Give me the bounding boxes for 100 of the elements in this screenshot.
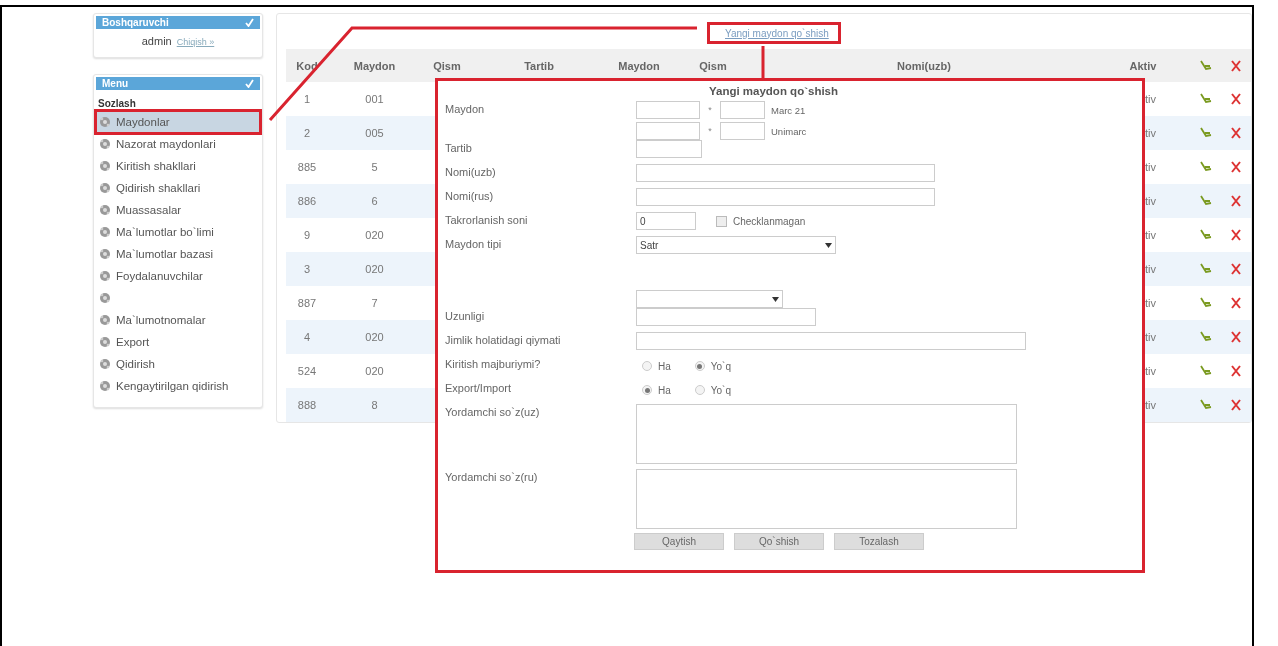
table-cell-text: 888 — [296, 398, 318, 413]
sidebar-item[interactable]: Export — [96, 331, 260, 353]
sidebar-item[interactable]: Maydonlar — [96, 111, 260, 133]
input-field[interactable] — [720, 122, 765, 140]
radio-label: Ha — [658, 360, 671, 372]
text-area[interactable] — [636, 469, 1017, 529]
table-cell-text: 887 — [296, 296, 318, 311]
input-field[interactable] — [636, 164, 935, 182]
check-icon — [245, 79, 254, 88]
delete-icon[interactable] — [1230, 59, 1242, 72]
pencil-icon[interactable] — [1200, 399, 1212, 411]
pencil-icon[interactable] — [1200, 161, 1212, 173]
table-cell-text: tiv — [1144, 228, 1157, 243]
gear-icon — [99, 248, 111, 260]
pencil-icon[interactable] — [1200, 229, 1212, 241]
sidebar-item[interactable]: Ma`lumotlar bo`limi — [96, 221, 260, 243]
pencil-icon[interactable] — [1200, 331, 1212, 343]
table-cell-text: 885 — [296, 160, 318, 175]
required-mark: * — [707, 105, 713, 115]
input-field[interactable] — [636, 188, 935, 206]
panel-title: Menu — [102, 78, 129, 89]
field-label: Yordamchi so`z(uz) — [445, 405, 541, 418]
table-cell-text: tiv — [1144, 330, 1157, 345]
table-cell-text: 5 — [370, 160, 379, 175]
radio-button[interactable] — [694, 361, 705, 371]
input-field[interactable] — [720, 101, 765, 119]
table-cell-text: tiv — [1144, 364, 1157, 379]
delete-icon[interactable] — [1230, 365, 1242, 377]
sidebar-item[interactable]: Ma`lumotlar bazasi — [96, 243, 260, 265]
field-label: Nomi(rus) — [445, 189, 495, 202]
sidebar-item[interactable]: Qidirish — [96, 353, 260, 375]
delete-icon[interactable] — [1230, 297, 1242, 309]
field-label: Nomi(uzb) — [445, 165, 497, 178]
table-cell-text: 020 — [364, 262, 385, 277]
table-cell-text: 4 — [302, 330, 312, 345]
format-label: Unimarc — [771, 125, 807, 137]
sidebar-item[interactable]: Kengaytirilgan qidirish — [96, 375, 260, 397]
table-cell-text: 005 — [364, 126, 385, 141]
delete-icon[interactable] — [1230, 263, 1242, 275]
gear-icon — [99, 314, 111, 326]
field-label: Export/Import — [445, 381, 513, 394]
radio-button[interactable] — [642, 385, 652, 395]
dropdown-arrow-icon — [772, 296, 779, 302]
dialog-title: Yangi maydon qo`shish — [707, 84, 840, 99]
form-button[interactable]: Qaytish — [634, 533, 724, 550]
format-label: Marc 21 — [771, 104, 806, 116]
gear-icon — [99, 226, 111, 238]
gear-icon — [99, 160, 111, 172]
pencil-icon[interactable] — [1200, 93, 1212, 105]
field-label: Maydon — [445, 102, 486, 115]
delete-icon[interactable] — [1230, 399, 1242, 411]
pencil-icon[interactable] — [1200, 127, 1212, 139]
table-cell-text: tiv — [1144, 92, 1157, 107]
pencil-icon[interactable] — [1200, 365, 1212, 377]
dropdown[interactable]: Satr — [636, 236, 836, 254]
radio-button[interactable] — [642, 361, 652, 371]
column-header: Tartib — [523, 58, 555, 74]
gear-icon — [99, 292, 111, 304]
input-field[interactable] — [636, 308, 816, 326]
gear-icon — [99, 380, 111, 392]
sidebar-item[interactable]: Ma`lumotnomalar — [96, 309, 260, 331]
delete-icon[interactable] — [1230, 93, 1242, 105]
table-cell-text: tiv — [1144, 398, 1157, 413]
delete-icon[interactable] — [1230, 127, 1242, 139]
delete-icon[interactable] — [1230, 195, 1242, 207]
form-button[interactable]: Qo`shish — [734, 533, 824, 550]
field-label: Takrorlanish soni — [445, 213, 529, 226]
table-cell-text: 8 — [370, 398, 379, 413]
sidebar-item[interactable]: Qidirish shakllari — [96, 177, 260, 199]
checkbox[interactable] — [716, 215, 727, 227]
table-cell-text: tiv — [1144, 296, 1157, 311]
required-mark: * — [707, 126, 713, 136]
radio-button[interactable] — [694, 385, 705, 395]
table-cell-text: 020 — [364, 364, 385, 379]
input-field[interactable] — [636, 101, 700, 119]
input-field[interactable] — [636, 332, 1026, 350]
pencil-icon[interactable] — [1200, 195, 1212, 207]
radio-label: Yo`q — [710, 360, 731, 372]
input-field[interactable] — [636, 122, 700, 140]
sidebar-item[interactable]: Nazorat maydonlari — [96, 133, 260, 155]
text-area[interactable] — [636, 404, 1017, 464]
delete-icon[interactable] — [1230, 331, 1242, 343]
pencil-icon[interactable] — [1200, 263, 1212, 275]
table-cell-text: tiv — [1144, 262, 1157, 277]
sidebar-item[interactable]: Kiritish shakllari — [96, 155, 260, 177]
dropdown-arrow-icon — [825, 242, 832, 248]
delete-icon[interactable] — [1230, 229, 1242, 241]
gear-icon — [99, 182, 111, 194]
pencil-icon[interactable] — [1200, 59, 1212, 72]
sidebar-item[interactable]: Foydalanuvchilar — [96, 265, 260, 287]
delete-icon[interactable] — [1230, 161, 1242, 173]
pencil-icon[interactable] — [1200, 297, 1212, 309]
table-cell-text: tiv — [1144, 126, 1157, 141]
form-button[interactable]: Tozalash — [834, 533, 924, 550]
checkbox-label: Checklanmagan — [733, 215, 806, 227]
input-field[interactable] — [636, 140, 702, 158]
radio-label: Ha — [658, 384, 671, 396]
sidebar-item[interactable]: Muassasalar — [96, 199, 260, 221]
dropdown[interactable] — [636, 290, 783, 308]
input-field[interactable]: 0 — [636, 212, 696, 230]
